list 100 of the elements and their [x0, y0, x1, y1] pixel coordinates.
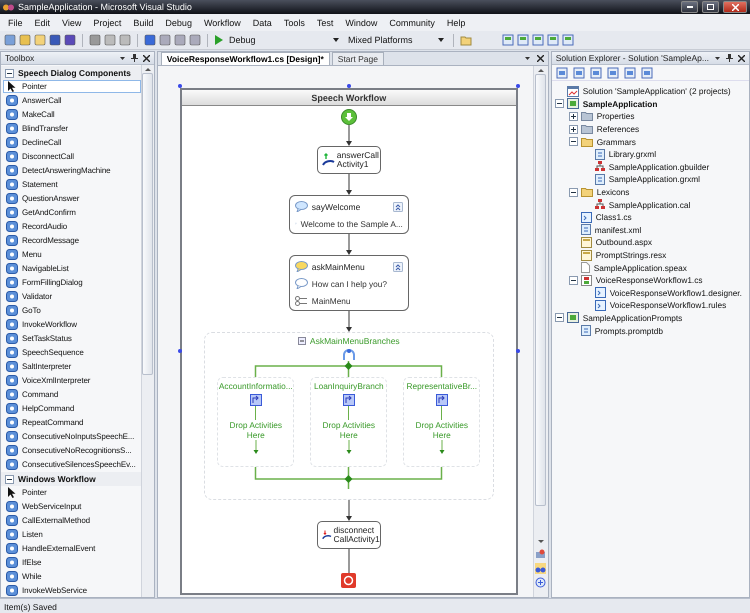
top-level-command[interactable]: Debug [159, 16, 198, 28]
tree-item[interactable]: PromptStrings.resx [580, 250, 666, 261]
toolbox-item[interactable]: IfElse [3, 556, 141, 569]
toolbox-item[interactable]: NavigableList [3, 262, 141, 275]
toolbox-item[interactable]: FormFillingDialog [3, 276, 141, 289]
top-level-command[interactable]: Edit [28, 16, 56, 28]
binoculars-icon[interactable] [535, 563, 546, 574]
tree-item[interactable]: Library.grxml [594, 148, 656, 160]
zoom-icon[interactable] [535, 577, 546, 588]
tree-item[interactable]: SampleApplication.gbuilder [594, 161, 710, 172]
top-level-command[interactable]: Test [310, 16, 340, 28]
configuration-dropdown[interactable]: Debug [226, 34, 342, 46]
expand-toggle[interactable] [568, 276, 578, 285]
toolbox-item[interactable]: DetectAnsweringMachine [3, 164, 141, 177]
minimize-button[interactable] [681, 1, 698, 13]
toolbox-item[interactable]: Listen [3, 528, 141, 541]
toolbox-item[interactable]: ConsecutiveSilencesSpeechEv... [3, 458, 141, 471]
selection-handle[interactable] [178, 84, 182, 88]
tree-item[interactable]: manifest.xml [580, 224, 642, 236]
toolbox-item[interactable]: Command [3, 388, 141, 401]
expand-toggle[interactable] [568, 124, 578, 134]
collapse-toggle[interactable] [298, 337, 306, 345]
toolbox-item[interactable]: DisconnectCall [3, 150, 141, 163]
tree-item[interactable]: Class1.cs [580, 212, 632, 223]
expand-toggle[interactable] [568, 188, 578, 197]
dropdown-icon[interactable] [714, 54, 721, 62]
toolbox-item[interactable]: InvokeWorkflow [3, 318, 141, 331]
tree-item[interactable]: Prompts.promptdb [580, 325, 663, 336]
toolbox-item[interactable]: GetAndConfirm [3, 206, 141, 219]
pin-icon[interactable] [130, 54, 138, 62]
top-level-command[interactable]: Workflow [198, 16, 247, 28]
top-level-command[interactable]: Project [87, 16, 128, 28]
tree-item[interactable]: SampleApplicationPrompts [566, 312, 682, 324]
toolbox-item[interactable]: SetTaskStatus [3, 332, 141, 345]
toolbox-group[interactable]: Windows Workflow [1, 472, 141, 486]
selection-handle[interactable] [516, 84, 520, 88]
tree-item[interactable]: References [580, 124, 640, 134]
expand-toggle[interactable] [5, 68, 14, 78]
activity-node[interactable]: answerCall Activity1 [316, 146, 381, 174]
toolbox-item[interactable]: CallExternalMethod [3, 514, 141, 527]
expand-toggle[interactable] [5, 474, 14, 484]
toolbox-item[interactable]: RecordMessage [3, 234, 141, 247]
selection-handle[interactable] [346, 84, 351, 88]
activity-node[interactable]: disconnect CallActivity1 [316, 521, 381, 549]
scroll-up-icon[interactable] [144, 65, 151, 73]
toolbox-item[interactable]: VoiceXmlInterpreter [3, 374, 141, 387]
tree-item[interactable]: VoiceResponseWorkflow1.rules [594, 300, 726, 311]
document-tab[interactable]: Start Page [332, 52, 384, 65]
tree-item[interactable]: Outbound.aspx [580, 236, 652, 248]
dropdown-icon[interactable] [524, 55, 531, 62]
scroll-down-icon[interactable] [538, 538, 544, 546]
toolbox-item[interactable]: WebServiceInput [3, 500, 141, 513]
tree-item[interactable]: SampleApplication.grxml [594, 174, 700, 185]
top-level-command[interactable]: Tools [278, 16, 311, 28]
top-level-command[interactable]: View [56, 16, 88, 28]
selection-handle[interactable] [178, 349, 182, 353]
expand-toggle[interactable] [568, 137, 578, 146]
toolbox-item[interactable]: QuestionAnswer [3, 192, 141, 205]
expand-toggle[interactable] [554, 313, 564, 322]
toolbox-item[interactable]: AnswerCall [3, 94, 141, 107]
tree-item[interactable]: VoiceResponseWorkflow1.designer. [594, 287, 742, 298]
top-level-command[interactable]: Build [127, 16, 160, 28]
tree-item[interactable]: SampleApplication.cal [594, 199, 690, 210]
toolbox-item[interactable]: InvokeWebService [3, 584, 141, 597]
toolbox-item[interactable]: DeclineCall [3, 136, 141, 149]
collapse-button[interactable] [392, 262, 403, 272]
toolbox-item[interactable]: BlindTransfer [3, 122, 141, 135]
close-icon[interactable] [738, 54, 745, 62]
tree-item[interactable]: Lexicons [580, 187, 630, 198]
activity-node[interactable]: askMainMenu How can I help you? MainMenu [288, 255, 409, 311]
scrollbar[interactable] [140, 65, 154, 597]
toolbox-item[interactable]: SaltInterpreter [3, 360, 141, 373]
toolbox-group[interactable]: Speech Dialog Components [1, 66, 141, 80]
toolbox-item[interactable]: Pointer [3, 80, 141, 93]
collapse-button[interactable] [392, 202, 403, 212]
top-level-command[interactable]: Help [440, 16, 472, 28]
dropdown-icon[interactable] [118, 54, 126, 62]
play-icon[interactable] [214, 35, 223, 45]
tree-item[interactable]: Grammars [580, 136, 636, 147]
close-button[interactable] [723, 1, 747, 13]
selection-handle[interactable] [516, 349, 520, 353]
close-icon[interactable] [142, 54, 150, 62]
top-level-command[interactable]: File [2, 16, 29, 28]
toolbox-item[interactable]: HelpCommand [3, 402, 141, 415]
expand-toggle[interactable] [554, 99, 564, 108]
toolbox-item[interactable]: Statement [3, 178, 141, 191]
scrollbar[interactable] [535, 66, 546, 546]
toolbox-item[interactable]: HandleExternalEvent [3, 542, 141, 555]
document-tab[interactable]: VoiceResponseWorkflow1.cs [Design]* [160, 52, 330, 65]
pin-icon[interactable] [726, 54, 733, 62]
tree-item[interactable]: SampleApplication.speax [580, 262, 687, 274]
toolbox-item[interactable]: MakeCall [3, 108, 141, 121]
top-level-command[interactable]: Community [383, 16, 441, 28]
expand-toggle[interactable] [568, 112, 578, 121]
activity-node[interactable]: sayWelcome Welcome to the Sample A... [288, 195, 409, 234]
toolbox-item[interactable]: Validator [3, 290, 141, 303]
toolbox-item[interactable]: RecordAudio [3, 220, 141, 233]
tree-item[interactable]: VoiceResponseWorkflow1.cs [580, 274, 703, 286]
toolbox-item[interactable]: GoTo [3, 304, 141, 317]
toolbox-item[interactable]: While [3, 570, 141, 583]
